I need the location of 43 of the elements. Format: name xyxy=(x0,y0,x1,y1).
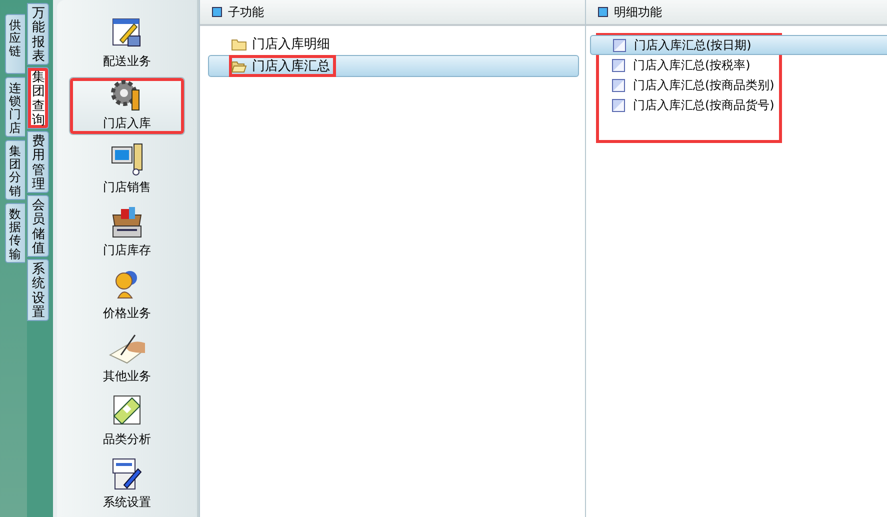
list-item[interactable]: 门店入库汇总(按税率) xyxy=(596,55,782,75)
nav-item[interactable]: 门店入库 xyxy=(69,77,185,135)
side-tab[interactable]: 会员储值 xyxy=(27,195,49,257)
square-bullet-icon xyxy=(212,7,222,17)
document-icon xyxy=(612,58,625,72)
nav-item[interactable]: 配送业务 xyxy=(69,14,185,72)
nav-label: 门店销售 xyxy=(103,179,151,196)
side-tab[interactable]: 连锁门店 xyxy=(5,77,25,137)
list-item[interactable]: 门店入库汇总(按商品货号) xyxy=(596,95,782,115)
nav-label: 品类分析 xyxy=(103,431,151,448)
list-item[interactable]: 门店入库汇总(按日期) xyxy=(590,35,887,55)
side-tab[interactable]: 数据传输 xyxy=(5,203,25,263)
form-pen-icon xyxy=(110,457,144,491)
nav-label: 配送业务 xyxy=(103,53,151,70)
document-icon xyxy=(612,98,625,112)
folder-icon xyxy=(231,38,247,50)
square-bullet-icon xyxy=(598,7,608,17)
side-tab[interactable]: 供应链 xyxy=(5,14,25,74)
nav-item[interactable]: 品类分析 xyxy=(69,392,185,450)
list-item[interactable]: 门店入库明细 xyxy=(208,33,579,55)
nav-item[interactable]: 系统设置 xyxy=(69,455,185,513)
panel-title: 子功能 xyxy=(228,4,264,20)
side-tab[interactable]: 集团查询 xyxy=(27,67,49,129)
list-item[interactable]: 门店入库汇总(按商品类别) xyxy=(596,75,782,95)
list-item[interactable]: 门店入库汇总 xyxy=(208,55,579,77)
document-icon xyxy=(612,78,625,92)
nav-item[interactable]: 门店销售 xyxy=(69,140,185,198)
panel-title: 明细功能 xyxy=(614,4,662,20)
side-tab[interactable]: 费用管理 xyxy=(27,131,49,193)
side-tab[interactable]: 系统设置 xyxy=(27,259,49,321)
document-icon xyxy=(613,38,626,52)
nav-label: 价格业务 xyxy=(103,305,151,322)
side-tab[interactable]: 万能报表 xyxy=(27,3,49,65)
nav-label: 系统设置 xyxy=(103,494,151,511)
nav-item[interactable]: 其他业务 xyxy=(69,329,185,387)
open-folder-icon xyxy=(231,60,247,72)
nav-label: 其他业务 xyxy=(103,368,151,385)
nav-item[interactable]: 门店库存 xyxy=(69,203,185,261)
side-tab[interactable]: 集团分销 xyxy=(5,140,25,200)
nav-label: 门店库存 xyxy=(103,242,151,259)
nav-item[interactable]: 价格业务 xyxy=(69,266,185,324)
computer-icon xyxy=(110,142,144,176)
nav-label: 门店入库 xyxy=(103,115,151,132)
